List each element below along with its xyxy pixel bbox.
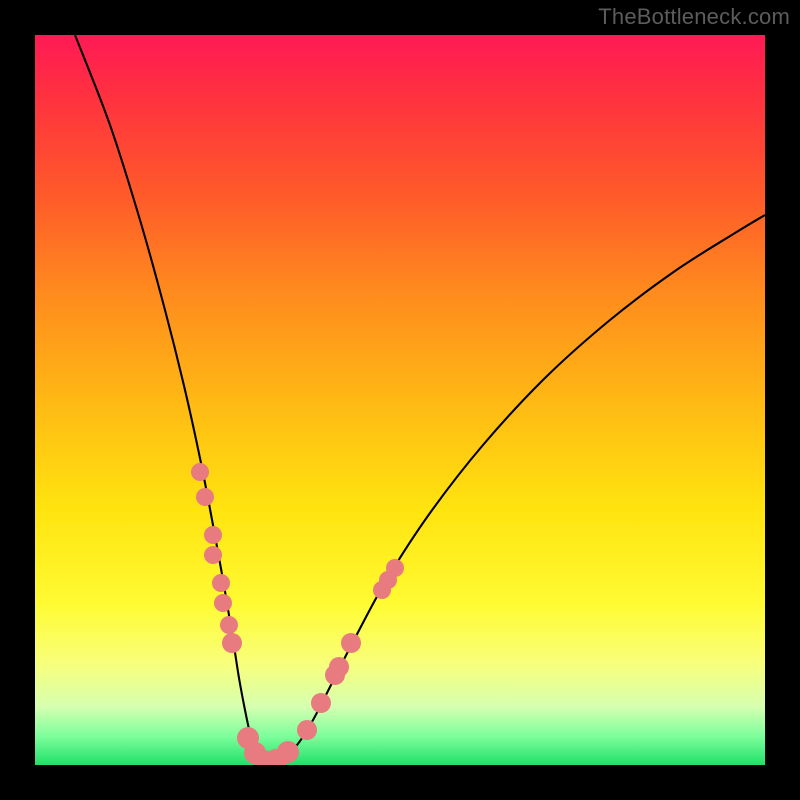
chart-frame: TheBottleneck.com [0, 0, 800, 800]
plot-gradient-background [35, 35, 765, 765]
watermark-text: TheBottleneck.com [598, 4, 790, 30]
